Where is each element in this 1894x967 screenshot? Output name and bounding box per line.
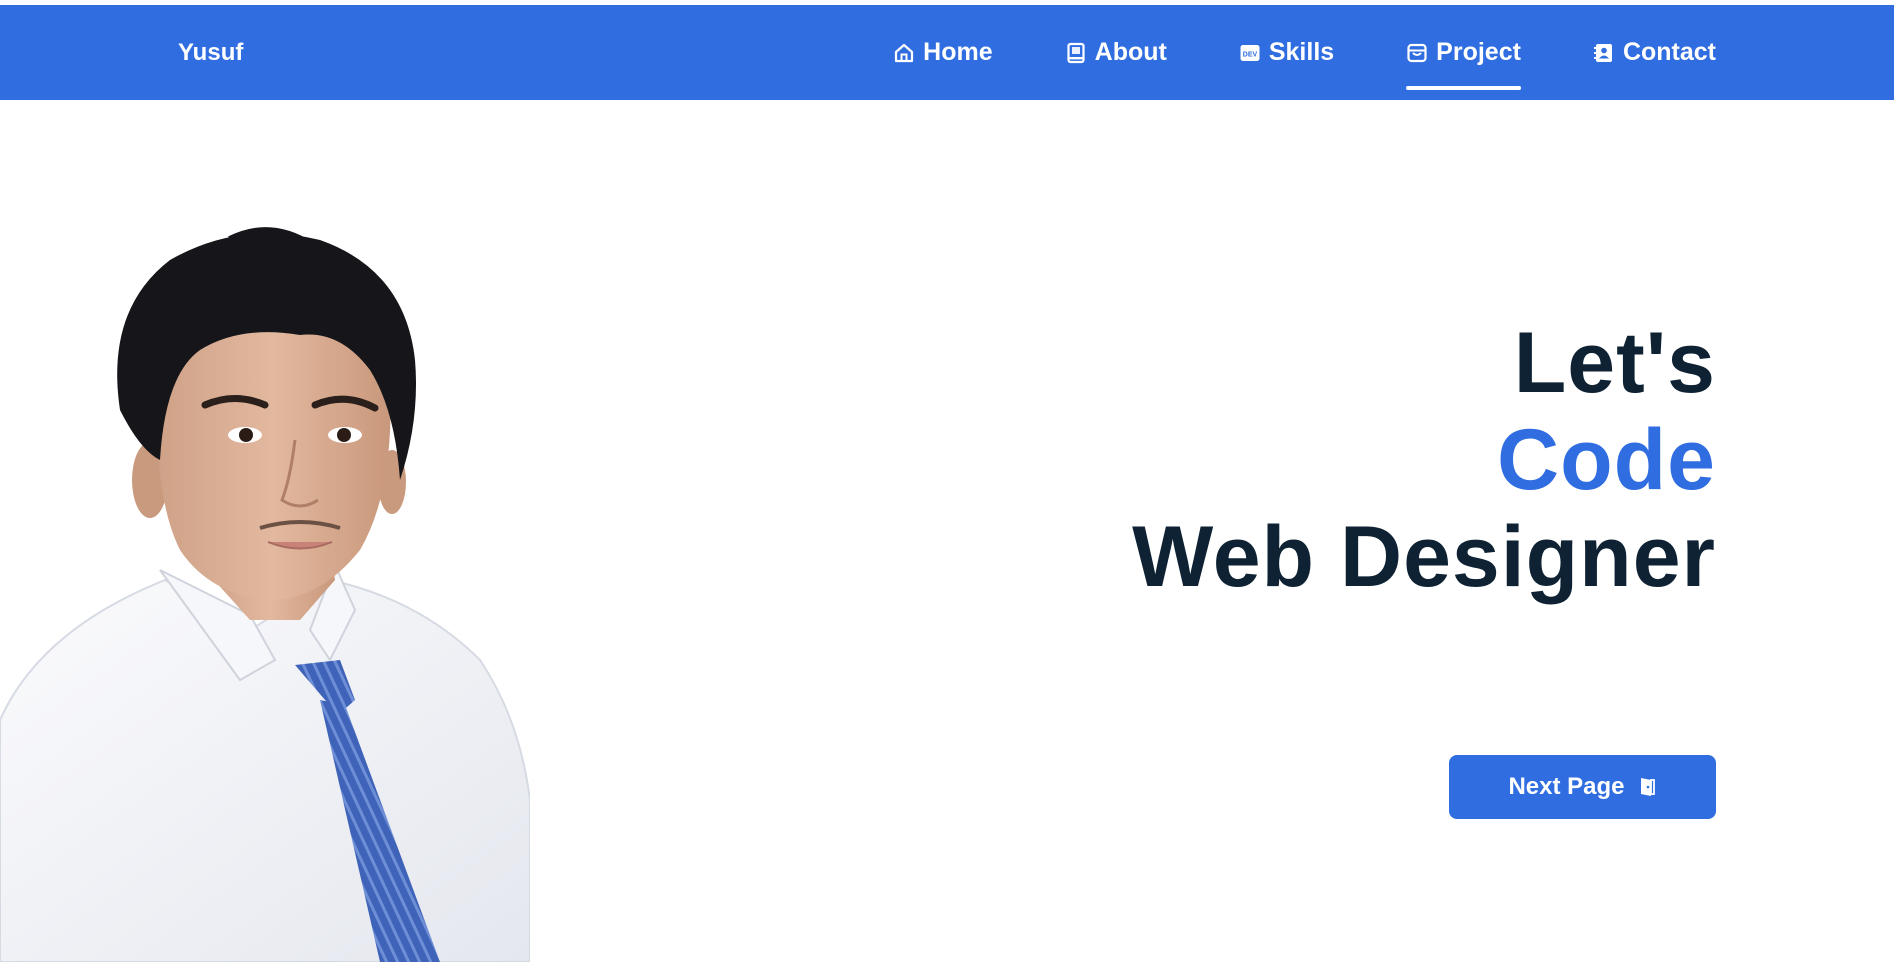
nav-link-contact[interactable]: Contact xyxy=(1593,5,1716,100)
headline-line-1: Let's xyxy=(1513,315,1716,411)
nav-link-about[interactable]: About xyxy=(1065,5,1167,100)
headline-line-3: Web Designer xyxy=(1132,509,1716,605)
navbar: Yusuf Home About DEV Skills Project Cont… xyxy=(0,5,1894,100)
svg-text:DEV: DEV xyxy=(1243,51,1258,58)
dev-icon: DEV xyxy=(1239,42,1261,64)
next-page-button-label: Next Page xyxy=(1508,773,1625,800)
hero-headline: Let's Code Web Designer xyxy=(1132,315,1716,606)
headline-line-2: Code xyxy=(1497,412,1716,508)
nav-link-about-label: About xyxy=(1094,38,1167,66)
nav-link-contact-label: Contact xyxy=(1622,38,1716,66)
nav-link-skills[interactable]: DEV Skills xyxy=(1239,5,1334,100)
door-exit-icon xyxy=(1637,776,1657,798)
nav-link-project-label: Project xyxy=(1436,38,1521,66)
nav-link-skills-label: Skills xyxy=(1268,38,1335,66)
portrait-photo xyxy=(0,160,531,963)
contact-card-icon xyxy=(1593,42,1615,64)
archive-icon xyxy=(1406,42,1428,64)
home-icon xyxy=(893,42,915,64)
nav-links: Home About DEV Skills Project Contact xyxy=(893,5,1716,100)
next-page-button[interactable]: Next Page xyxy=(1449,755,1716,819)
nav-link-home[interactable]: Home xyxy=(893,5,993,100)
nav-link-home-label: Home xyxy=(923,38,993,66)
book-icon xyxy=(1065,42,1087,64)
nav-link-project[interactable]: Project xyxy=(1406,5,1521,100)
brand-link[interactable]: Yusuf xyxy=(178,5,243,100)
hero-section: Let's Code Web Designer Next Page xyxy=(0,100,1894,963)
